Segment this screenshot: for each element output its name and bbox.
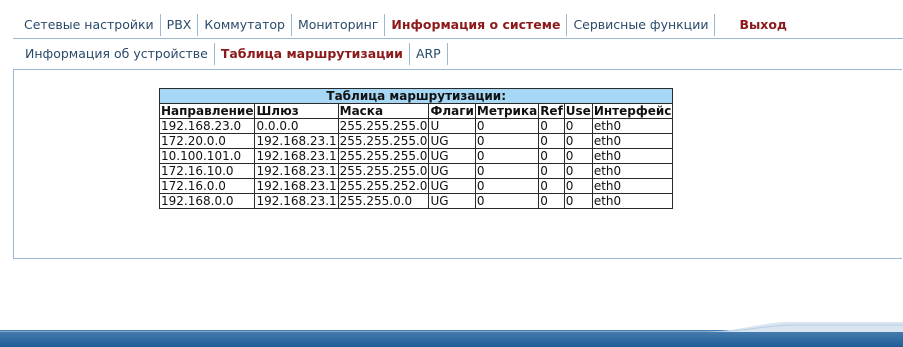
cell-metric: 0	[474, 193, 540, 209]
cell-destination: 172.16.10.0	[158, 163, 256, 179]
cell-use: 0	[563, 133, 593, 149]
cell-ref: 0	[538, 178, 565, 194]
cell-flags: U	[428, 118, 476, 134]
top-navigation: Сетевые настройки PBX Коммутатор Монитор…	[13, 12, 903, 39]
table-header-row: Направление Шлюз Маска Флаги Метрика Ref…	[158, 103, 674, 119]
footer-bar	[0, 322, 903, 347]
cell-gateway: 0.0.0.0	[254, 118, 339, 134]
cell-interface: eth0	[591, 118, 674, 134]
table-row: 172.16.10.0 192.168.23.1 255.255.255.0 U…	[158, 163, 674, 179]
routing-table: Таблица маршрутизации: Направление Шлюз …	[158, 88, 674, 209]
cell-gateway: 192.168.23.1	[254, 148, 339, 164]
tab-switch[interactable]: Коммутатор	[198, 14, 292, 36]
cell-mask: 255.255.255.0	[337, 118, 430, 134]
subtab-device-info[interactable]: Информация об устройстве	[13, 43, 215, 65]
cell-metric: 0	[474, 133, 540, 149]
table-row: 172.20.0.0 192.168.23.1 255.255.255.0 UG…	[158, 133, 674, 149]
subtab-routing-table[interactable]: Таблица маршрутизации	[215, 43, 410, 65]
tab-pbx[interactable]: PBX	[161, 14, 199, 36]
header-metric: Метрика	[474, 103, 540, 119]
cell-interface: eth0	[591, 148, 674, 164]
header-interface: Интерфейс	[591, 103, 674, 119]
subtab-arp[interactable]: ARP	[410, 43, 448, 65]
cell-interface: eth0	[591, 133, 674, 149]
header-gateway: Шлюз	[254, 103, 339, 119]
cell-ref: 0	[538, 193, 565, 209]
cell-flags: UG	[428, 178, 476, 194]
cell-flags: UG	[428, 133, 476, 149]
tab-system-info[interactable]: Информация о системе	[385, 14, 568, 36]
cell-ref: 0	[538, 163, 565, 179]
cell-metric: 0	[474, 148, 540, 164]
exit-link[interactable]: Выход	[733, 14, 793, 36]
cell-mask: 255.255.252.0	[337, 178, 430, 194]
cell-ref: 0	[538, 133, 565, 149]
cell-destination: 172.20.0.0	[158, 133, 256, 149]
cell-destination: 10.100.101.0	[158, 148, 256, 164]
cell-use: 0	[563, 148, 593, 164]
cell-mask: 255.255.255.0	[337, 148, 430, 164]
cell-interface: eth0	[591, 163, 674, 179]
header-destination: Направление	[158, 103, 256, 119]
cell-metric: 0	[474, 163, 540, 179]
table-row: 10.100.101.0 192.168.23.1 255.255.255.0 …	[158, 148, 674, 164]
table-row: 172.16.0.0 192.168.23.1 255.255.252.0 UG…	[158, 178, 674, 194]
cell-use: 0	[563, 178, 593, 194]
tab-network-settings[interactable]: Сетевые настройки	[13, 14, 161, 36]
cell-flags: UG	[428, 193, 476, 209]
cell-destination: 192.168.0.0	[158, 193, 256, 209]
cell-gateway: 192.168.23.1	[254, 193, 339, 209]
header-mask: Маска	[337, 103, 430, 119]
header-flags: Флаги	[428, 103, 476, 119]
header-ref: Ref	[538, 103, 565, 119]
cell-metric: 0	[474, 178, 540, 194]
tab-monitoring[interactable]: Мониторинг	[292, 14, 386, 36]
sub-navigation: Информация об устройстве Таблица маршрут…	[13, 39, 903, 69]
cell-ref: 0	[538, 148, 565, 164]
routing-table-caption: Таблица маршрутизации:	[158, 88, 674, 104]
header-use: Use	[563, 103, 593, 119]
tab-service-functions[interactable]: Сервисные функции	[567, 14, 716, 36]
cell-gateway: 192.168.23.1	[254, 178, 339, 194]
cell-flags: UG	[428, 163, 476, 179]
table-row: 192.168.23.0 0.0.0.0 255.255.255.0 U 0 0…	[158, 118, 674, 134]
cell-metric: 0	[474, 118, 540, 134]
cell-gateway: 192.168.23.1	[254, 163, 339, 179]
footer-swoosh-decoration	[0, 322, 903, 332]
cell-mask: 255.255.255.0	[337, 133, 430, 149]
cell-destination: 172.16.0.0	[158, 178, 256, 194]
cell-mask: 255.255.0.0	[337, 193, 430, 209]
cell-destination: 192.168.23.0	[158, 118, 256, 134]
cell-mask: 255.255.255.0	[337, 163, 430, 179]
cell-ref: 0	[538, 118, 565, 134]
cell-gateway: 192.168.23.1	[254, 133, 339, 149]
cell-use: 0	[563, 163, 593, 179]
cell-use: 0	[563, 118, 593, 134]
cell-interface: eth0	[591, 193, 674, 209]
cell-flags: UG	[428, 148, 476, 164]
cell-use: 0	[563, 193, 593, 209]
table-row: 192.168.0.0 192.168.23.1 255.255.0.0 UG …	[158, 193, 674, 209]
cell-interface: eth0	[591, 178, 674, 194]
